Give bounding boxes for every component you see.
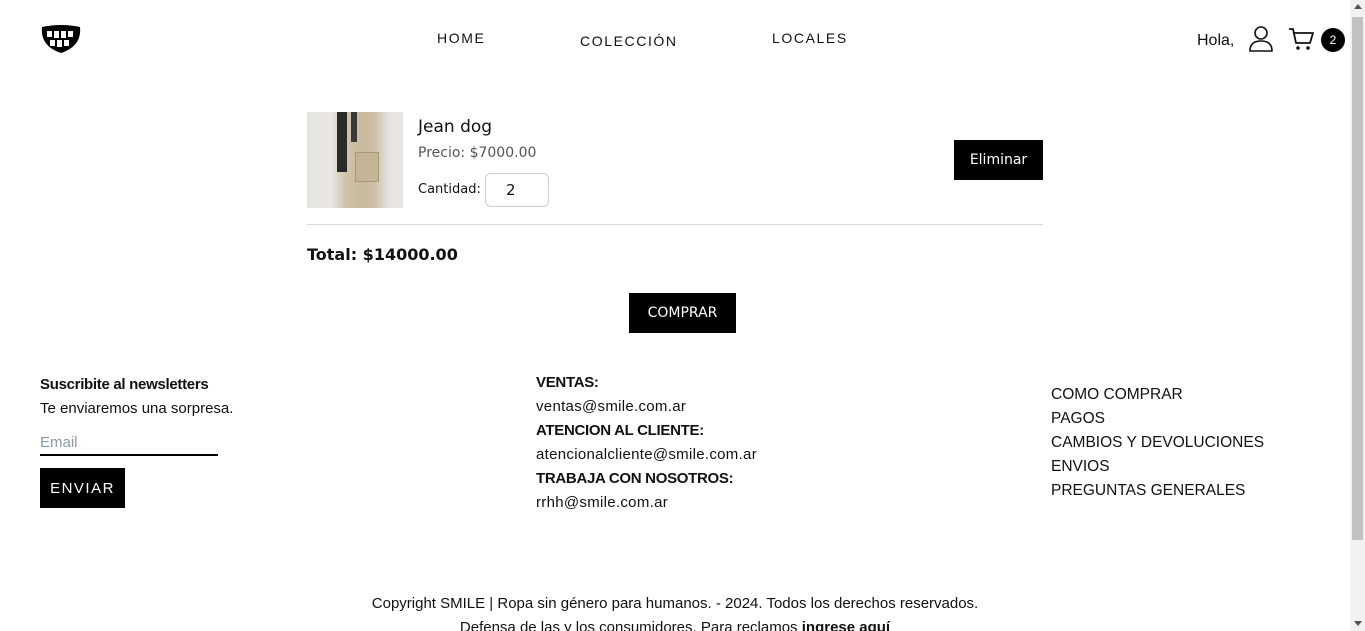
footer-link-como-comprar[interactable]: COMO COMPRAR	[1051, 383, 1264, 407]
footer-link-cambios[interactable]: CAMBIOS Y DEVOLUCIONES	[1051, 431, 1264, 455]
quantity-label: Cantidad:	[418, 182, 481, 197]
product-image	[307, 112, 403, 208]
newsletter-email-input[interactable]	[40, 430, 218, 456]
product-price: Precio: $7000.00	[418, 145, 537, 161]
consumer-defense-label: Defensa de las y los consumidores. Para …	[459, 619, 798, 631]
newsletter-submit-button[interactable]: ENVIAR	[40, 468, 125, 508]
cart-total: Total: $14000.00	[307, 245, 458, 264]
consumer-claim-link[interactable]: ingrese aquí	[802, 619, 890, 631]
contact-heading-atencion: ATENCION AL CLIENTE:	[536, 422, 704, 439]
contact-email-atencion: atencionalcliente@smile.com.ar	[536, 446, 757, 463]
nav-coleccion-link[interactable]: COLECCIÓN	[580, 33, 678, 49]
contact-heading-trabaja: TRABAJA CON NOSOTROS:	[536, 470, 734, 487]
contact-heading-ventas: VENTAS:	[536, 374, 599, 391]
scroll-up-arrow-icon[interactable]	[1354, 4, 1362, 9]
remove-item-button[interactable]: Eliminar	[954, 140, 1043, 180]
scroll-down-arrow-icon[interactable]	[1354, 621, 1362, 626]
consumer-defense-text: Defensa de las y los consumidores. Para …	[0, 619, 1350, 631]
user-icon[interactable]	[1249, 26, 1273, 52]
nav-locales-link[interactable]: LOCALES	[772, 30, 848, 46]
site-header: HOME COLECCIÓN LOCALES Hola, 2	[0, 0, 1350, 80]
scrollbar-thumb[interactable]	[1352, 17, 1363, 540]
buy-button[interactable]: COMPRAR	[629, 293, 736, 333]
cart-count-badge[interactable]: 2	[1321, 28, 1345, 52]
contact-info: VENTAS: ventas@smile.com.ar ATENCION AL …	[536, 371, 757, 515]
cart-icon[interactable]	[1288, 27, 1316, 51]
footer-link-pagos[interactable]: PAGOS	[1051, 407, 1264, 431]
quantity-input[interactable]	[485, 173, 549, 207]
copyright-text: Copyright SMILE | Ropa sin género para h…	[371, 595, 979, 612]
newsletter-subtitle: Te enviaremos una sorpresa.	[40, 400, 234, 417]
footer-link-envios[interactable]: ENVIOS	[1051, 455, 1264, 479]
product-name: Jean dog	[418, 117, 493, 137]
contact-email-trabaja: rrhh@smile.com.ar	[536, 494, 669, 511]
divider	[307, 224, 1043, 225]
nav-home-link[interactable]: HOME	[437, 30, 485, 46]
user-greeting: Hola,	[1197, 32, 1235, 49]
newsletter-title: Suscribite al newsletters	[40, 376, 209, 393]
contact-email-ventas: ventas@smile.com.ar	[536, 398, 687, 415]
footer-link-preguntas[interactable]: PREGUNTAS GENERALES	[1051, 479, 1264, 503]
smile-teeth-logo-icon[interactable]	[40, 24, 82, 54]
footer-links: COMO COMPRAR PAGOS CAMBIOS Y DEVOLUCIONE…	[1051, 383, 1264, 503]
